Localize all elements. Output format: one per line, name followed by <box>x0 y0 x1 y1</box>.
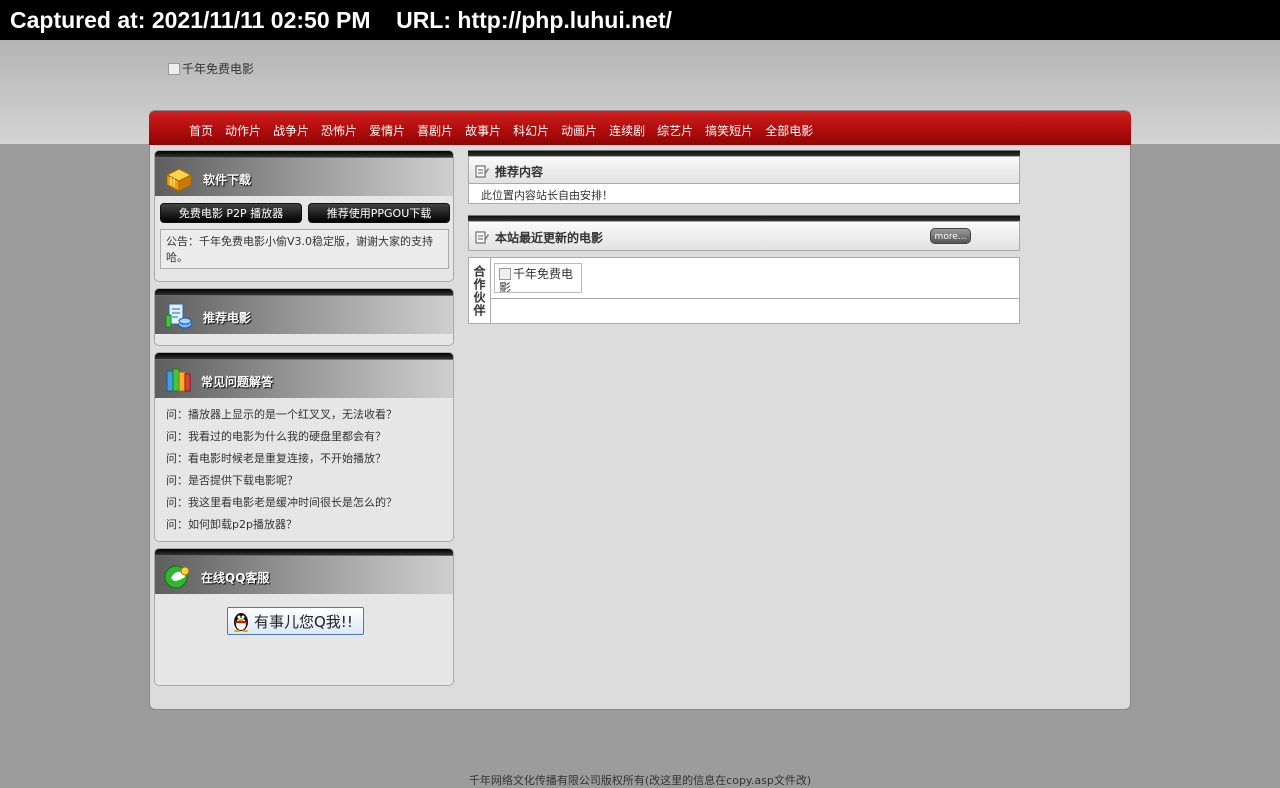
box-package-icon <box>165 168 193 192</box>
box-chat-icon <box>164 565 190 589</box>
qq-penguin-icon <box>234 613 248 632</box>
box-books-icon <box>166 368 191 392</box>
partners-label: 合作伙伴 <box>469 258 491 323</box>
faq-box-title: 常见问题解答 <box>201 375 274 389</box>
box-top-bar <box>155 151 453 158</box>
qq-button-label: 有事儿您Q我!! <box>254 612 353 631</box>
nav-item-romance[interactable]: 爱情片 <box>369 122 405 139</box>
logo-alt-text: 千年免费电影 <box>182 62 254 76</box>
broken-image-icon <box>168 63 180 75</box>
nav-item-comedy[interactable]: 喜剧片 <box>417 122 453 139</box>
main-nav: 首页 动作片 战争片 恐怖片 爱情片 喜剧片 故事片 科幻片 动画片 连续剧 综… <box>149 111 1131 145</box>
p2p-player-download-button[interactable]: 免费电影 P2P 播放器 <box>160 203 302 223</box>
nav-item-war[interactable]: 战争片 <box>273 122 309 139</box>
nav-item-drama[interactable]: 故事片 <box>465 122 501 139</box>
more-button[interactable]: more... <box>930 228 971 244</box>
nav-item-funny-shorts[interactable]: 搞笑短片 <box>705 122 753 139</box>
nav-item-action[interactable]: 动作片 <box>225 122 261 139</box>
broken-image-icon <box>499 268 511 280</box>
ppgou-download-button[interactable]: 推荐使用PPGOU下载 <box>308 203 450 223</box>
download-box-title: 软件下载 <box>203 173 252 187</box>
faq-box-header: 常见问题解答 <box>155 360 453 398</box>
box-top-bar <box>155 549 453 556</box>
faq-item[interactable]: 问：我这里看电影老是缓冲时间很长是怎么的？ <box>166 494 397 510</box>
nav-item-home[interactable]: 首页 <box>189 122 213 139</box>
box-top-bar <box>155 289 453 296</box>
nav-item-all-movies[interactable]: 全部电影 <box>765 122 813 139</box>
nav-item-animation[interactable]: 动画片 <box>561 122 597 139</box>
recommend-box: 推荐电影 <box>154 288 454 346</box>
recommended-title: 推荐内容 <box>495 165 544 179</box>
nav-item-scifi[interactable]: 科幻片 <box>513 122 549 139</box>
footer-copyright: 千年网络文化传播有限公司版权所有(改这里的信息在copy.asp文件改) <box>468 774 812 787</box>
faq-item[interactable]: 问：我看过的电影为什么我的硬盘里都会有？ <box>166 428 386 444</box>
recommend-box-title: 推荐电影 <box>203 311 252 325</box>
nav-item-variety[interactable]: 综艺片 <box>657 122 693 139</box>
partners-divider <box>490 298 1019 299</box>
notice-text: 公告：千年免费电影小偷V3.0稳定版，谢谢大家的支持哈。 <box>160 229 449 269</box>
faq-item[interactable]: 问：播放器上显示的是一个红叉叉，无法收看？ <box>166 406 397 422</box>
faq-item[interactable]: 问：看电影时候老是重复连接，不开始播放？ <box>166 450 386 466</box>
recommended-header: 推荐内容 <box>468 156 1020 184</box>
qq-support-box-header: 在线QQ客服 <box>155 556 453 594</box>
faq-item[interactable]: 问：是否提供下载电影呢？ <box>166 472 298 488</box>
faq-box: 常见问题解答 <box>154 352 454 542</box>
partner-logo[interactable]: 千年免费电影 <box>494 263 582 293</box>
recommend-box-header: 推荐电影 <box>155 296 453 334</box>
recommended-text: 此位置内容站长自由安排！ <box>481 189 613 202</box>
qq-contact-button[interactable]: 有事儿您Q我!! <box>227 607 364 635</box>
edit-icon <box>475 231 489 244</box>
latest-title: 本站最近更新的电影 <box>495 231 604 245</box>
capture-bar: Captured at: 2021/11/11 02:50 PM URL: ht… <box>0 0 1280 40</box>
download-box-header: 软件下载 <box>155 158 453 196</box>
box-top-bar <box>155 353 453 360</box>
partners-box: 合作伙伴 千年免费电影 <box>468 257 1020 324</box>
nav-item-series[interactable]: 连续剧 <box>609 122 645 139</box>
nav-item-horror[interactable]: 恐怖片 <box>321 122 357 139</box>
edit-icon <box>475 165 489 178</box>
qq-support-box-title: 在线QQ客服 <box>201 571 270 585</box>
box-document-icon <box>165 303 192 329</box>
recommended-body: 此位置内容站长自由安排！ <box>468 184 1020 204</box>
faq-item[interactable]: 问：如何卸载p2p播放器？ <box>166 516 297 532</box>
site-logo[interactable]: 千年免费电影 <box>168 62 254 88</box>
